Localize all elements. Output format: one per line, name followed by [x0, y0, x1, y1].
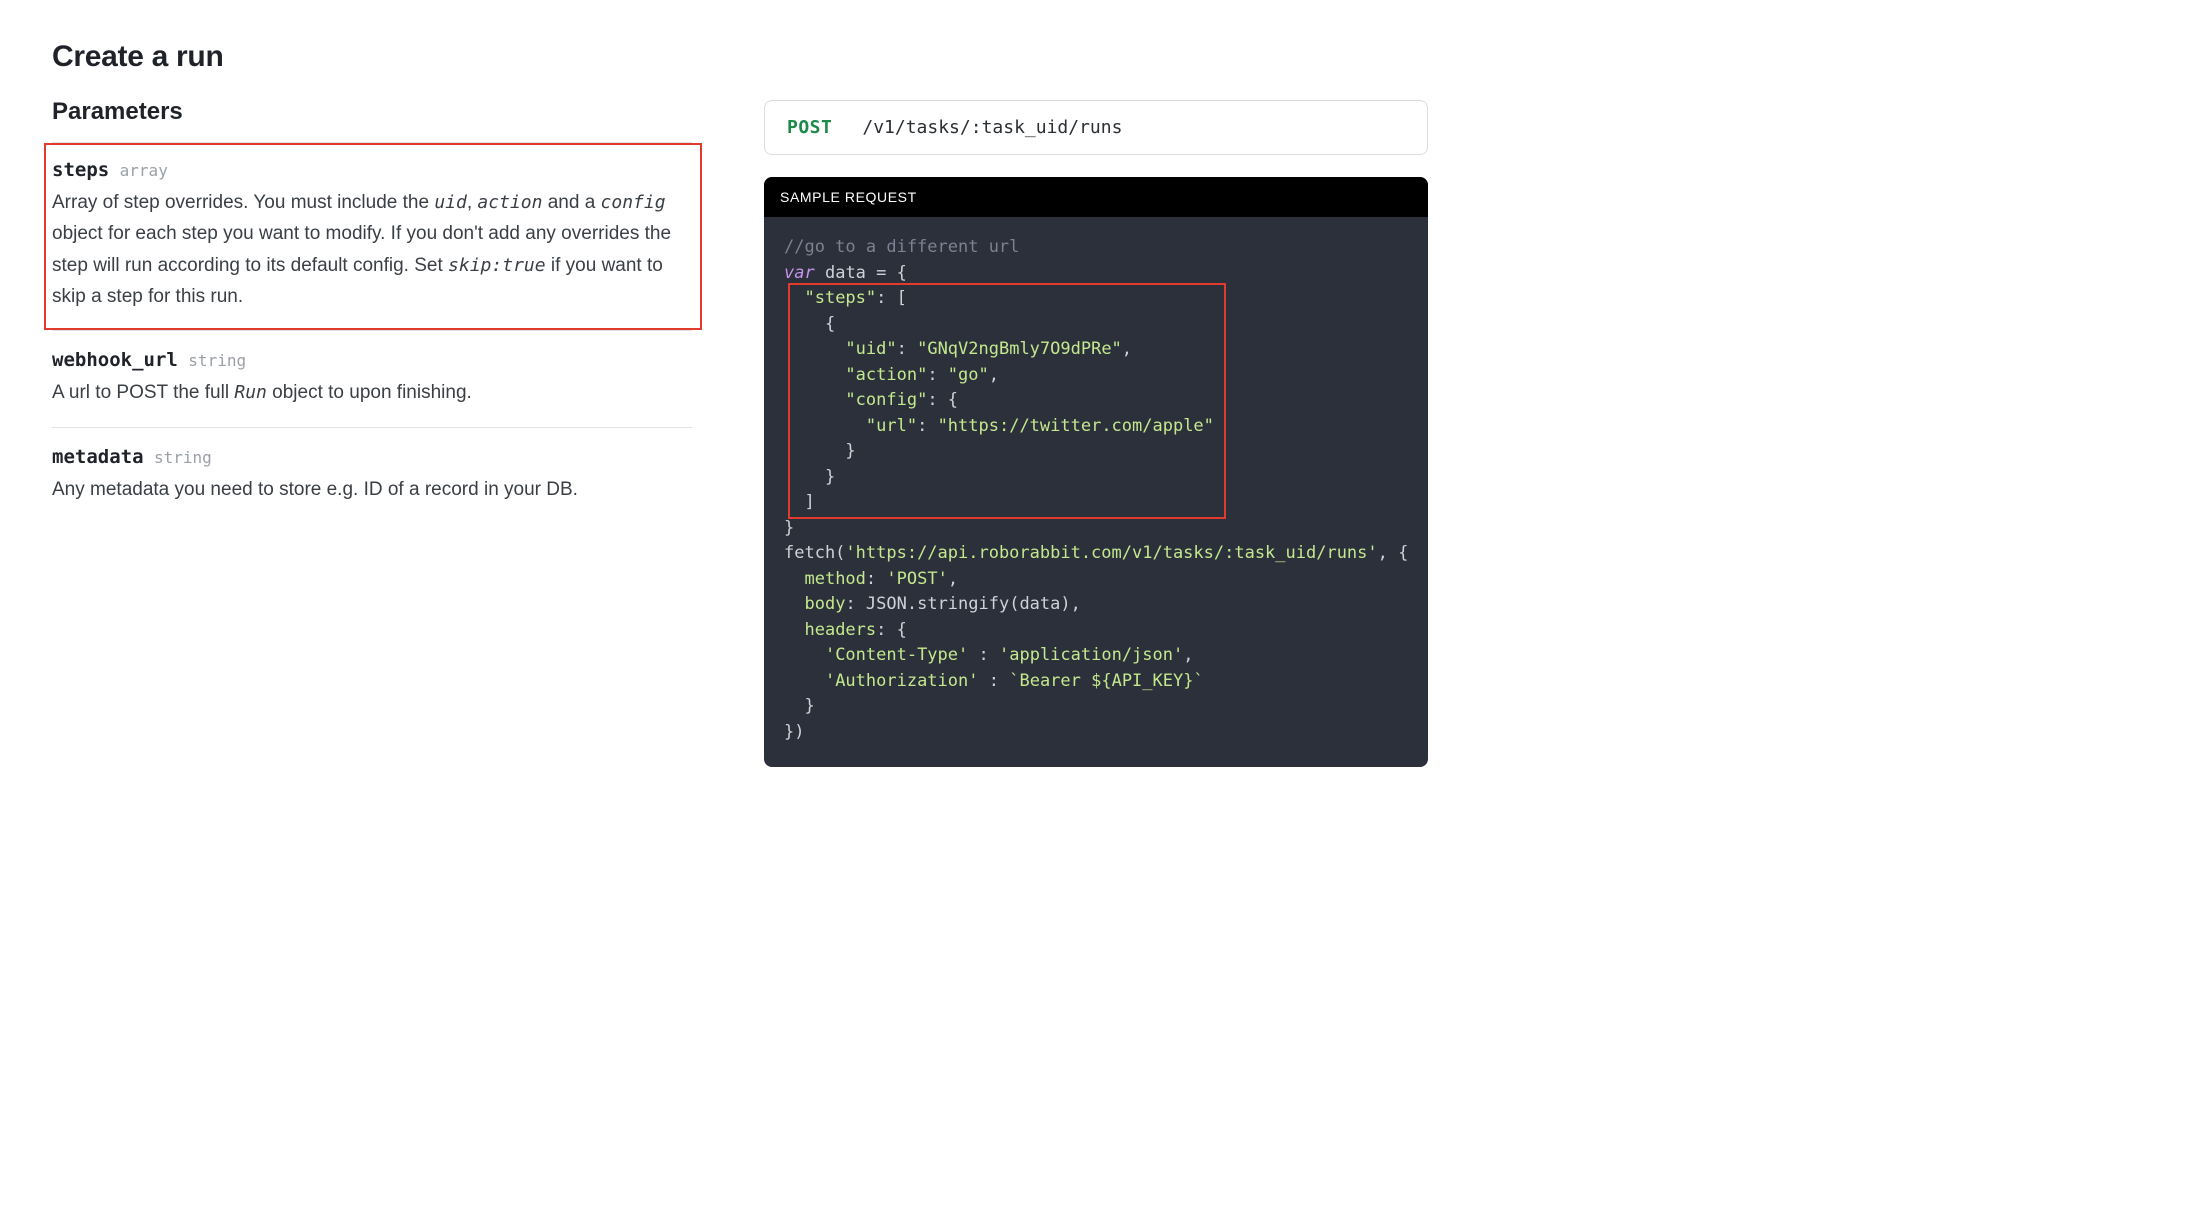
code-string: 'application/json' — [999, 645, 1183, 665]
desc-text: and a — [542, 192, 600, 213]
code-expr: JSON.stringify(data) — [866, 594, 1071, 614]
code-punc: : — [927, 365, 947, 385]
code-key: "url" — [866, 416, 917, 436]
code-string: 'Authorization' — [825, 671, 979, 691]
code-key: "config" — [845, 390, 927, 410]
code-punc: : — [989, 671, 999, 691]
param-header: webhook_url string — [52, 349, 692, 371]
code-string: `Bearer ${API_KEY}` — [1009, 671, 1203, 691]
code-punc: , { — [1378, 543, 1409, 563]
desc-text: object to upon finishing. — [267, 382, 472, 403]
code-string: 'Content-Type' — [825, 645, 968, 665]
code-punc: : — [845, 594, 865, 614]
code-punc: , — [989, 365, 999, 385]
param-metadata: metadata string Any metadata you need to… — [52, 428, 692, 523]
code-punc: : — [897, 339, 917, 359]
code-string: 'POST' — [886, 569, 947, 589]
param-description: Any metadata you need to store e.g. ID o… — [52, 474, 692, 505]
code-comment: //go to a different url — [784, 237, 1019, 257]
inline-code-action: action — [477, 192, 542, 213]
sample-request-label: SAMPLE REQUEST — [764, 177, 1428, 217]
code-punc: : { — [927, 390, 958, 410]
param-header: steps array — [52, 159, 690, 181]
code-string: "go" — [948, 365, 989, 385]
code-punc: } — [784, 518, 794, 538]
code-identifier: data — [825, 263, 866, 283]
code-punc: ] — [804, 492, 814, 512]
code-string: "https://twitter.com/apple" — [938, 416, 1214, 436]
param-type: string — [154, 448, 212, 467]
code-punc: : — [866, 569, 886, 589]
param-description: A url to POST the full Run object to upo… — [52, 377, 692, 408]
code-punc: : { — [876, 620, 907, 640]
inline-code-config: config — [601, 192, 666, 213]
sample-request-box: SAMPLE REQUEST //go to a different url v… — [764, 177, 1428, 767]
code-punc: , — [948, 569, 958, 589]
code-call: fetch( — [784, 543, 845, 563]
right-column: POST /v1/tasks/:task_uid/runs SAMPLE REQ… — [764, 40, 1428, 767]
code-key: "steps" — [804, 288, 876, 308]
code-string: 'https://api.roborabbit.com/v1/tasks/:ta… — [845, 543, 1377, 563]
page-title: Create a run — [52, 40, 692, 74]
inline-code-uid: uid — [434, 192, 467, 213]
desc-text: Array of step overrides. You must includ… — [52, 192, 434, 213]
code-key: headers — [804, 620, 876, 640]
endpoint-path: /v1/tasks/:task_uid/runs — [862, 117, 1122, 138]
param-type: string — [188, 351, 246, 370]
left-column: Create a run Parameters steps array Arra… — [52, 40, 692, 523]
param-description: Array of step overrides. You must includ… — [52, 187, 690, 312]
code-key: body — [804, 594, 845, 614]
sample-request-code: //go to a different url var data = { "st… — [764, 217, 1428, 767]
code-punc: { — [825, 314, 835, 334]
inline-code-run: Run — [234, 382, 267, 403]
code-punc: : — [979, 645, 989, 665]
param-name: webhook_url — [52, 349, 178, 371]
code-punc: : — [917, 416, 937, 436]
page: Create a run Parameters steps array Arra… — [0, 0, 2206, 827]
code-string: "GNqV2ngBmly7O9dPRe" — [917, 339, 1122, 359]
desc-text: A url to POST the full — [52, 382, 234, 403]
code-punc: } — [845, 441, 855, 461]
code-key: "uid" — [845, 339, 896, 359]
code-punc: } — [825, 467, 835, 487]
param-steps: steps array Array of step overrides. You… — [44, 143, 702, 330]
code-punc: }) — [784, 722, 804, 742]
code-keyword: var — [784, 263, 815, 283]
code-punc: , — [1122, 339, 1132, 359]
param-type: array — [120, 161, 168, 180]
code-key: method — [804, 569, 865, 589]
desc-text: , — [467, 192, 478, 213]
inline-code-skip: skip:true — [448, 255, 546, 276]
code-key: "action" — [845, 365, 927, 385]
code-punc: = { — [876, 263, 907, 283]
endpoint-bar: POST /v1/tasks/:task_uid/runs — [764, 100, 1428, 155]
param-webhook-url: webhook_url string A url to POST the ful… — [52, 331, 692, 426]
code-punc: } — [804, 696, 814, 716]
param-name: metadata — [52, 446, 144, 468]
code-punc: : [ — [876, 288, 907, 308]
parameters-heading: Parameters — [52, 98, 692, 126]
code-punc: , — [1071, 594, 1081, 614]
param-name: steps — [52, 159, 109, 181]
param-header: metadata string — [52, 446, 692, 468]
http-method: POST — [787, 117, 832, 138]
code-punc: , — [1183, 645, 1193, 665]
